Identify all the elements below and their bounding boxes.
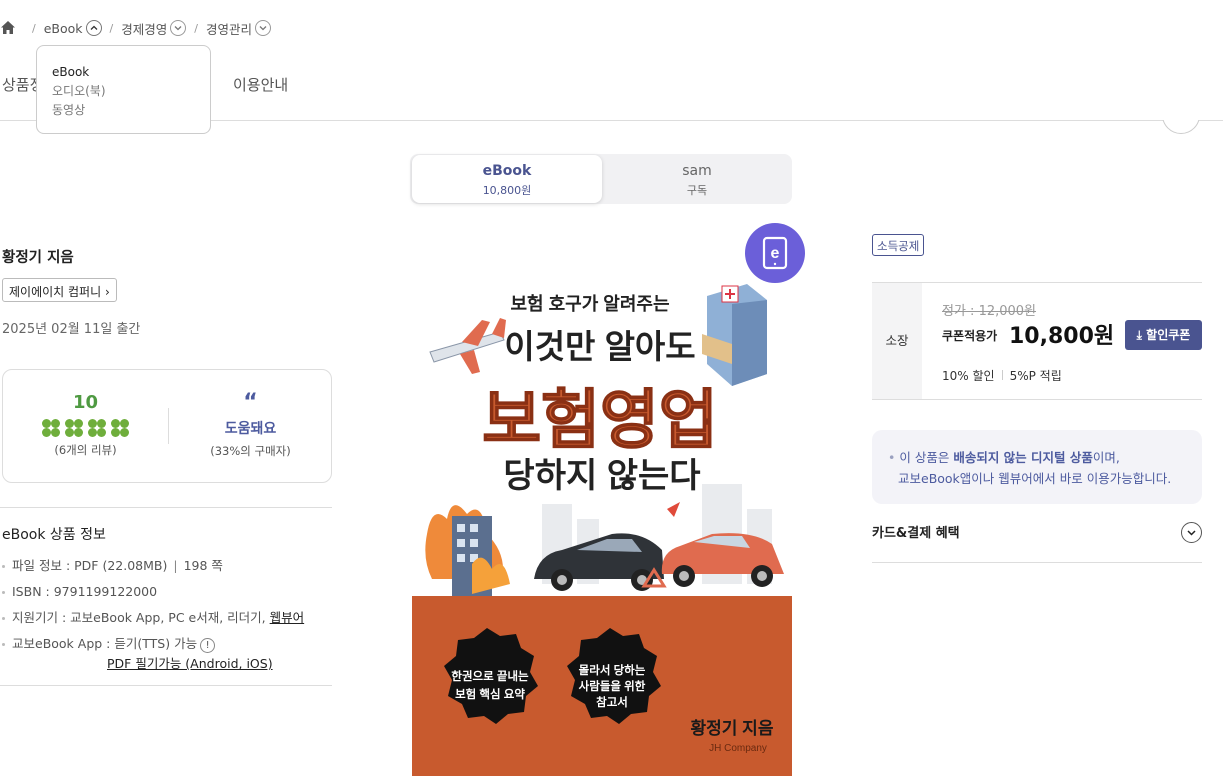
rating-block[interactable]: 10 (6개의 리뷰)	[3, 370, 168, 458]
clover-icon	[42, 419, 60, 437]
notice-line2: 교보eBook앱이나 웹뷰어에서 바로 이용가능합니다.	[898, 471, 1172, 486]
format-switch: eBook 10,800원 sam 구독	[410, 154, 792, 204]
cover-art: 보험 호구가 알려주는 이것만 알아도 보험영업 당하지 않는다 한권으로 끝내…	[412, 234, 792, 776]
info-file: 파일 정보 : PDF (22.08MB) | 198 쪽	[2, 553, 304, 579]
price-box: 소장 정가 : 12,000원 쿠폰적용가 10,800원 ⤓ 할인쿠폰 10%…	[872, 282, 1202, 400]
breadcrumb-separator: /	[194, 21, 198, 35]
info-pdf-note-row: PDF 필기가능 (Android, iOS)	[2, 657, 304, 671]
info-devices: 지원기기 : 교보eBook App, PC e서재, 리더기, 웹뷰어	[2, 605, 304, 631]
info-pages: 198 쪽	[183, 558, 223, 573]
info-exclamation-icon[interactable]: !	[200, 638, 216, 653]
discount-row: 10% 할인 5%P 적립	[942, 367, 1062, 384]
format-sam-tab[interactable]: sam 구독	[602, 155, 792, 203]
tab-usage-guide[interactable]: 이용안내	[233, 74, 288, 95]
download-icon: ⤓	[1136, 328, 1147, 342]
format-ebook-price: 10,800원	[482, 184, 532, 197]
format-sam-label: sam	[682, 163, 712, 179]
breadcrumb-management[interactable]: 경영관리	[206, 19, 252, 38]
clover-icon	[111, 419, 129, 437]
publish-date: 2025년 02월 11일 출간	[2, 322, 141, 337]
dropdown-option-video[interactable]: 동영상	[52, 101, 195, 120]
original-price: 정가 : 12,000원	[942, 304, 1037, 319]
info-devices-text: 지원기기 : 교보eBook App, PC e서재, 리더기,	[12, 610, 266, 625]
cover-badge2-line1: 몰라서 당하는	[579, 663, 646, 677]
pdf-note-link[interactable]: PDF 필기가능 (Android, iOS)	[107, 656, 273, 671]
review-summary: 10 (6개의 리뷰) “ 도움돼요 (33%의 구매자)	[2, 369, 332, 483]
book-cover[interactable]: 보험 호구가 알려주는 이것만 알아도 보험영업 당하지 않는다 한권으로 끝내…	[412, 234, 792, 776]
divider	[0, 685, 332, 686]
home-icon[interactable]	[0, 20, 16, 36]
cover-subtitle: 보험 호구가 알려주는	[510, 293, 669, 314]
discount-coupon-button[interactable]: ⤓ 할인쿠폰	[1125, 320, 1202, 350]
cover-line1: 이것만 알아도	[504, 328, 695, 365]
helpful-percent: (33%의 구매자)	[210, 444, 291, 458]
cover-publisher: JH Company	[709, 743, 767, 754]
digital-product-notice: • 이 상품은 배송되지 않는 디지털 상품이며, 교보eBook앱이나 웹뷰어…	[872, 430, 1202, 504]
points-rate: 5%P 적립	[1009, 369, 1062, 383]
breadcrumb-separator: /	[32, 21, 36, 35]
chevron-right-icon: ›	[104, 285, 110, 299]
chevron-down-icon[interactable]	[255, 20, 271, 36]
scroll-circle-button[interactable]	[1162, 120, 1200, 134]
ebook-info-list: 파일 정보 : PDF (22.08MB) | 198 쪽 ISBN : 97911…	[2, 553, 304, 671]
tablet-icon: e	[762, 236, 788, 270]
format-ebook-label: eBook	[482, 163, 532, 179]
cover-main-title: 보험영업	[482, 384, 718, 456]
format-dropdown: eBook 오디오(북) 동영상	[36, 45, 211, 134]
cover-author: 황정기 지음	[691, 719, 774, 738]
breadcrumb-ebook[interactable]: eBook	[44, 21, 83, 36]
income-deduction-tag: 소득공제	[872, 234, 925, 256]
review-count: (6개의 리뷰)	[54, 443, 117, 457]
discount-rate: 10% 할인	[942, 369, 995, 383]
helpful-label: 도움돼요	[224, 421, 277, 437]
author-name[interactable]: 황정기 지음	[2, 246, 74, 267]
discount-divider	[1001, 370, 1003, 380]
quote-icon: “	[243, 390, 258, 415]
webviewer-link[interactable]: 웹뷰어	[270, 610, 305, 625]
ebook-badge: e	[745, 223, 805, 283]
publisher-label: 제이에이치 컴퍼니	[9, 285, 102, 299]
ebook-info-title: eBook 상품 정보	[2, 527, 106, 543]
dropdown-option-ebook[interactable]: eBook	[52, 63, 195, 82]
chevron-up-icon[interactable]	[85, 20, 102, 36]
breadcrumb-separator: /	[109, 21, 114, 35]
notice-bold: 배송되지 않는 디지털 상품	[953, 450, 1093, 465]
cover-badge2-line3: 참고서	[596, 695, 628, 709]
cover-badge1-line1: 한권으로 끝내는	[451, 669, 529, 683]
format-sam-sub: 구독	[686, 184, 708, 197]
info-app-text: 교보eBook App : 듣기(TTS) 가능	[12, 636, 198, 651]
coupon-price-label: 쿠폰적용가	[942, 329, 998, 343]
format-ebook-tab[interactable]: eBook 10,800원	[412, 155, 602, 203]
cover-line3: 당하지 않는다	[503, 457, 700, 495]
divider	[0, 507, 332, 508]
cover-badge2-line2: 사람들을 위한	[579, 679, 646, 693]
cover-badge1-line2: 보험 핵심 요약	[455, 687, 525, 701]
card-benefit-label: 카드&결제 혜택	[872, 526, 960, 541]
info-app: 교보eBook App : 듣기(TTS) 가능!	[2, 631, 304, 657]
dropdown-option-audio[interactable]: 오디오(북)	[52, 82, 195, 101]
chevron-down-icon[interactable]	[170, 20, 187, 36]
notice-prefix: 이 상품은	[899, 450, 954, 465]
info-file-text: 파일 정보 : PDF (22.08MB)	[12, 558, 168, 573]
card-benefit-row[interactable]: 카드&결제 혜택	[872, 522, 1202, 543]
ebook-badge-letter: e	[771, 245, 780, 262]
divider	[872, 562, 1202, 563]
breadcrumb-economy[interactable]: 경제경영	[121, 19, 167, 38]
rating-score: 10	[72, 392, 99, 413]
ownership-label: 소장	[872, 283, 922, 399]
chevron-down-icon[interactable]	[1181, 522, 1202, 543]
info-isbn: ISBN : 9791199122000	[2, 579, 304, 605]
clover-icon	[65, 419, 83, 437]
publisher-button[interactable]: 제이에이치 컴퍼니 ›	[2, 278, 117, 302]
helpful-block[interactable]: “ 도움돼요 (33%의 구매자)	[168, 370, 333, 459]
clover-rating	[3, 419, 168, 437]
notice-line1: • 이 상품은 배송되지 않는 디지털 상품이며,	[888, 450, 1120, 465]
notice-suffix: 이며,	[1092, 450, 1120, 465]
coupon-price: 10,800원	[1009, 324, 1115, 349]
clover-icon	[88, 419, 106, 437]
coupon-button-label: 할인쿠폰	[1146, 328, 1191, 342]
breadcrumb: / eBook / 경제경영 / 경영관리	[0, 18, 271, 38]
